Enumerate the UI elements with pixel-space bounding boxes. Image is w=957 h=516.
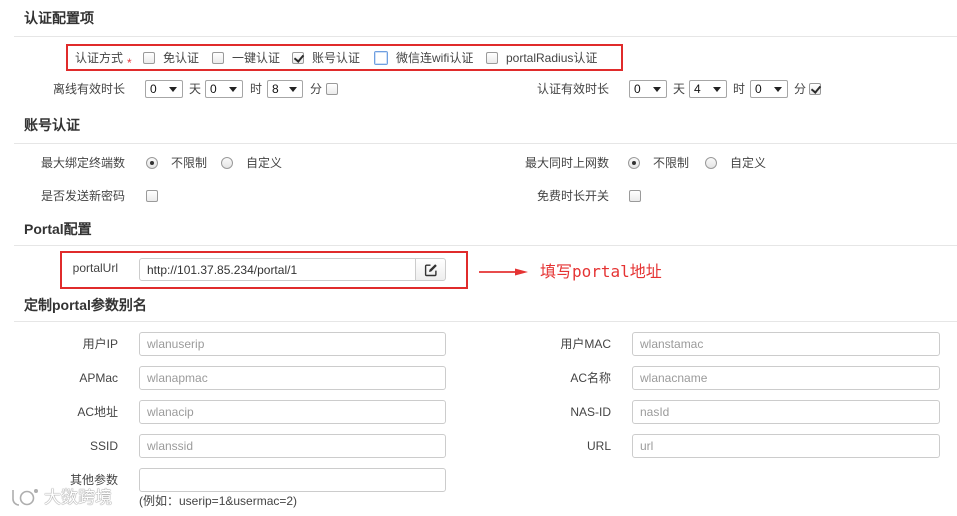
offline-duration-checkbox[interactable] <box>326 83 338 95</box>
max-concurrent-online-unlimited[interactable]: 不限制 <box>628 155 689 171</box>
auth-option-portal-radius[interactable]: portalRadius认证 <box>486 50 597 66</box>
offline-hours-unit: 时 <box>250 82 263 96</box>
max-concurrent-online-unlimited-radio[interactable] <box>628 157 640 169</box>
param-ap-mac-label: APMac <box>79 371 118 385</box>
param-url-input[interactable] <box>632 434 940 458</box>
param-ssid-label: SSID <box>89 439 118 453</box>
param-user-mac-label: 用户MAC <box>560 337 611 351</box>
watermark-logo-icon <box>11 489 38 507</box>
max-bound-devices-label: 最大绑定终端数 <box>40 156 125 170</box>
param-user-ip-label: 用户IP <box>82 337 118 351</box>
portal-url-edit-button[interactable] <box>415 258 446 281</box>
param-nas-id-label: NAS-ID <box>570 405 611 419</box>
offline-minutes-value: 8 <box>272 82 279 96</box>
auth-minutes-select[interactable]: 0 <box>750 80 788 98</box>
section-divider <box>14 245 957 246</box>
param-nas-id-input[interactable] <box>632 400 940 424</box>
watermark-text: 大数跨境 <box>44 488 112 507</box>
offline-duration-label: 离线有效时长 <box>52 82 125 96</box>
auth-duration-checkbox[interactable] <box>809 83 821 95</box>
auth-option-one-click[interactable]: 一键认证 <box>212 50 280 66</box>
auth-method-label: 认证方式 <box>75 51 124 65</box>
param-user-mac-input[interactable] <box>632 332 940 356</box>
auth-option-free[interactable]: 免认证 <box>143 50 199 66</box>
annotation-arrow-icon <box>479 268 528 276</box>
section-divider <box>14 321 957 322</box>
auth-option-account-checkbox[interactable] <box>292 52 304 64</box>
max-bound-devices-unlimited[interactable]: 不限制 <box>146 155 207 171</box>
param-ac-address-input[interactable] <box>139 400 446 424</box>
auth-option-free-checkbox[interactable] <box>143 52 155 64</box>
auth-hours-select[interactable]: 4 <box>689 80 727 98</box>
param-ssid-input[interactable] <box>139 434 446 458</box>
auth-minutes-unit: 分 <box>794 82 807 96</box>
max-bound-devices-unlimited-label: 不限制 <box>171 156 208 170</box>
section-title-auth-config: 认证配置项 <box>24 10 94 26</box>
auth-days-value: 0 <box>634 82 641 96</box>
auth-option-wechat-wifi-label: 微信连wifi认证 <box>396 51 474 65</box>
offline-hours-select[interactable]: 0 <box>205 80 243 98</box>
dropdown-arrow-icon <box>289 87 297 92</box>
auth-hours-value: 4 <box>694 82 701 96</box>
param-url-label: URL <box>586 439 611 453</box>
section-title-account-auth: 账号认证 <box>24 117 80 133</box>
section-title-portal-params: 定制portal参数别名 <box>24 297 147 313</box>
dropdown-arrow-icon <box>653 87 661 92</box>
auth-days-select[interactable]: 0 <box>629 80 667 98</box>
param-other-label: 其他参数 <box>69 473 118 487</box>
auth-option-portal-radius-checkbox[interactable] <box>486 52 498 64</box>
max-concurrent-online-label: 最大同时上网数 <box>524 156 609 170</box>
auth-settings-page: 认证配置项 认证方式 * 免认证 一键认证 账号认证 微信连wifi认证 por… <box>0 0 957 516</box>
max-bound-devices-custom[interactable]: 自定义 <box>221 155 282 171</box>
portal-url-input[interactable] <box>139 258 416 281</box>
max-bound-devices-custom-radio[interactable] <box>221 157 233 169</box>
auth-option-one-click-label: 一键认证 <box>232 51 281 65</box>
offline-days-select[interactable]: 0 <box>145 80 183 98</box>
param-other-hint: (例如：userip=1&usermac=2) <box>139 494 298 508</box>
auth-option-account[interactable]: 账号认证 <box>292 50 360 66</box>
section-divider <box>14 143 957 144</box>
offline-minutes-select[interactable]: 8 <box>267 80 303 98</box>
dropdown-arrow-icon <box>229 87 237 92</box>
param-ac-name-label: AC名称 <box>570 371 611 385</box>
auth-option-account-label: 账号认证 <box>312 51 361 65</box>
dropdown-arrow-icon <box>713 87 721 92</box>
send-new-password-checkbox[interactable] <box>146 190 158 202</box>
param-other-input[interactable] <box>139 468 446 492</box>
section-divider <box>14 36 957 37</box>
dropdown-arrow-icon <box>169 87 177 92</box>
max-bound-devices-unlimited-radio[interactable] <box>146 157 158 169</box>
portal-url-label: portalUrl <box>72 261 118 275</box>
portal-url-annotation: 填写portal地址 <box>540 262 662 281</box>
max-concurrent-online-custom-label: 自定义 <box>730 156 767 170</box>
max-bound-devices-custom-label: 自定义 <box>246 156 283 170</box>
section-title-portal-config: Portal配置 <box>24 221 92 237</box>
param-ac-name-input[interactable] <box>632 366 940 390</box>
max-concurrent-online-custom[interactable]: 自定义 <box>705 155 766 171</box>
auth-option-free-label: 免认证 <box>163 51 200 65</box>
offline-days-value: 0 <box>150 82 157 96</box>
auth-duration-label: 认证有效时长 <box>536 82 609 96</box>
param-ac-address-label: AC地址 <box>77 405 118 419</box>
param-ap-mac-input[interactable] <box>139 366 446 390</box>
auth-option-one-click-checkbox[interactable] <box>212 52 224 64</box>
max-concurrent-online-unlimited-label: 不限制 <box>653 156 690 170</box>
free-duration-switch-checkbox[interactable] <box>629 190 641 202</box>
free-duration-switch-label: 免费时长开关 <box>536 189 609 203</box>
auth-option-portal-radius-label: portalRadius认证 <box>506 51 598 65</box>
auth-days-unit: 天 <box>673 82 686 96</box>
send-new-password-label: 是否发送新密码 <box>40 189 125 203</box>
param-user-ip-input[interactable] <box>139 332 446 356</box>
auth-hours-unit: 时 <box>733 82 746 96</box>
required-asterisk: * <box>127 56 132 70</box>
auth-minutes-value: 0 <box>755 82 762 96</box>
auth-option-wechat-wifi[interactable]: 微信连wifi认证 <box>374 50 473 66</box>
max-concurrent-online-custom-radio[interactable] <box>705 157 717 169</box>
auth-option-wechat-wifi-checkbox[interactable] <box>374 51 388 65</box>
edit-icon <box>424 263 437 276</box>
dropdown-arrow-icon <box>774 87 782 92</box>
offline-hours-value: 0 <box>210 82 217 96</box>
offline-minutes-unit: 分 <box>310 82 323 96</box>
offline-days-unit: 天 <box>189 82 202 96</box>
